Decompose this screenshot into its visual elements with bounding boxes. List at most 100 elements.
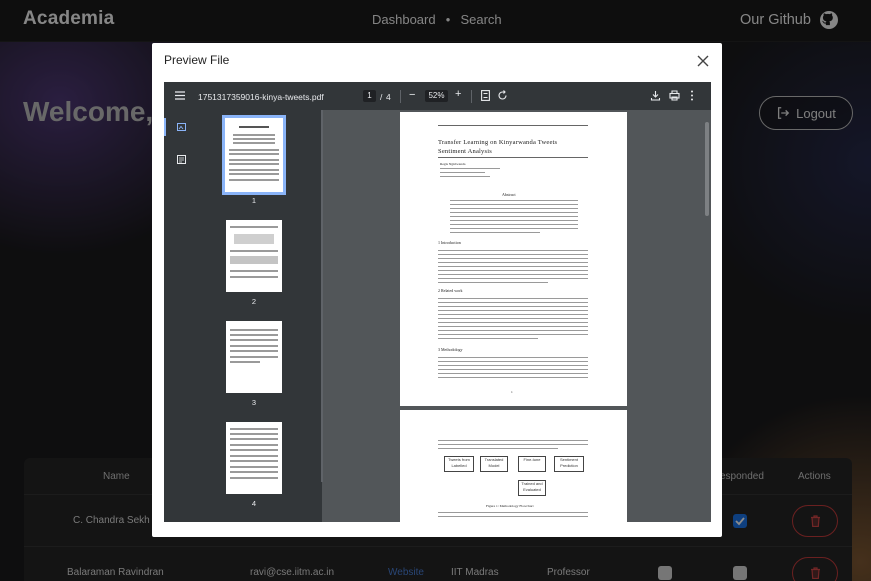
abstract-text-line: [450, 204, 578, 206]
affiliation-line: [440, 172, 485, 174]
thumb-text-line: [230, 433, 278, 435]
body-text-line: [438, 306, 588, 308]
thumb-text-line: [230, 428, 278, 430]
body-text-line: [438, 377, 588, 379]
section-methodology: 3 Methodology: [438, 347, 463, 352]
thumb-text-line: [233, 134, 275, 136]
close-icon[interactable]: [695, 53, 711, 69]
paper-title-line1: Transfer Learning on Kinyarwanda Tweets: [438, 139, 558, 146]
flowchart-box: Fine-tune: [518, 456, 546, 472]
body-text-line: [438, 338, 538, 340]
zoom-level-input[interactable]: 52%: [425, 90, 448, 102]
page-thumbnail-3[interactable]: [226, 321, 282, 393]
thumb-text-line: [230, 444, 278, 446]
modal-title: Preview File: [164, 53, 230, 67]
thumb-text-line: [230, 471, 278, 473]
body-text-line: [438, 334, 588, 336]
body-text-line: [438, 369, 588, 371]
body-text-line: [438, 266, 588, 268]
thumb-text-line: [229, 173, 279, 175]
thumb-text-line: [230, 250, 278, 252]
page-thumbnail-4[interactable]: [226, 422, 282, 494]
thumb-text-line: [229, 163, 279, 165]
toolbar-divider: [400, 90, 401, 103]
thumb-text-line: [230, 356, 278, 358]
zoom-in-button[interactable]: +: [455, 88, 461, 100]
more-options-icon[interactable]: [690, 90, 694, 101]
preview-file-modal: Preview File 1751317359016-kinya-tweets.…: [152, 43, 722, 537]
thumb-text-line: [229, 179, 279, 181]
body-text-line: [438, 373, 588, 375]
body-text-line: [438, 318, 588, 320]
body-text-line: [438, 274, 588, 276]
body-text-line: [438, 440, 588, 442]
abstract-heading: Abstract: [502, 192, 516, 197]
thumb-text-line: [230, 361, 260, 363]
thumb-text-line: [229, 149, 279, 151]
affiliation-line: [440, 176, 490, 178]
body-text-line: [438, 361, 588, 363]
thumbnail-sidebar: 1 2 3 4: [164, 110, 322, 522]
thumb-text-line: [230, 460, 278, 462]
download-icon[interactable]: [650, 90, 661, 101]
figure-caption: Figure 1: Methodology Flowchart: [486, 504, 534, 508]
thumbnail-label: 3: [251, 398, 257, 407]
page-thumbnail-1[interactable]: [222, 115, 286, 195]
body-text-line: [438, 314, 588, 316]
page-thumbnail-2[interactable]: [226, 220, 282, 292]
body-text-line: [438, 365, 588, 367]
sidebar-tab-strip: [164, 110, 186, 522]
thumbnails-icon[interactable]: [177, 123, 186, 131]
abstract-text-line: [450, 220, 578, 222]
abstract-text-line: [450, 212, 578, 214]
rotate-icon[interactable]: [497, 90, 508, 101]
active-tab-indicator: [164, 118, 166, 136]
abstract-text-line: [450, 224, 578, 226]
abstract-text-line: [450, 232, 540, 234]
pdf-viewer[interactable]: 1751317359016-kinya-tweets.pdf 1 / 4 − 5…: [164, 82, 711, 522]
abstract-text-line: [450, 228, 578, 230]
pdf-filename: 1751317359016-kinya-tweets.pdf: [198, 92, 324, 102]
thumb-text-line: [230, 345, 278, 347]
body-text-line: [438, 258, 588, 260]
body-text-line: [438, 278, 588, 280]
body-text-line: [438, 448, 558, 450]
pdf-page-1: Transfer Learning on Kinyarwanda Tweets …: [400, 112, 627, 406]
body-text-line: [438, 516, 588, 518]
page-number-input[interactable]: 1: [363, 90, 376, 102]
thumb-text-line: [230, 276, 278, 278]
body-text-line: [438, 322, 588, 324]
menu-icon[interactable]: [175, 91, 185, 100]
print-icon[interactable]: [669, 90, 680, 101]
thumb-text-line: [233, 142, 275, 144]
sidebar-scrollbar[interactable]: [321, 110, 323, 482]
body-text-line: [438, 330, 588, 332]
body-text-line: [438, 310, 588, 312]
body-text-line: [438, 512, 588, 514]
thumb-text-line: [230, 329, 278, 331]
thumb-text-line: [230, 226, 278, 228]
fit-page-icon[interactable]: [481, 90, 490, 101]
thumbnail-label: 1: [251, 196, 257, 205]
paper-title-line2: Sentiment Analysis: [438, 148, 492, 155]
thumb-title-line: [239, 126, 269, 128]
section-introduction: 1 Introduction: [438, 240, 461, 245]
zoom-out-button[interactable]: −: [409, 89, 415, 101]
thumb-text-line: [230, 466, 278, 468]
flowchart-box: Tweets from Labelled: [444, 456, 474, 472]
thumb-text-line: [230, 438, 278, 440]
outline-icon[interactable]: [177, 155, 186, 164]
flowchart-box: Translated Model: [480, 456, 508, 472]
thumb-text-line: [229, 159, 279, 161]
thumb-text-line: [230, 350, 278, 352]
body-text-line: [438, 282, 548, 284]
page-total: 4: [386, 92, 391, 102]
body-text-line: [438, 254, 588, 256]
document-scrollbar[interactable]: [705, 122, 709, 216]
body-text-line: [438, 250, 588, 252]
flowchart-box: Trained and Evaluated: [518, 480, 546, 496]
thumb-text-line: [229, 169, 279, 171]
paper-author: Regis Ngiriwanda: [440, 162, 466, 166]
thumb-text-line: [230, 477, 278, 479]
toolbar-divider: [471, 90, 472, 103]
